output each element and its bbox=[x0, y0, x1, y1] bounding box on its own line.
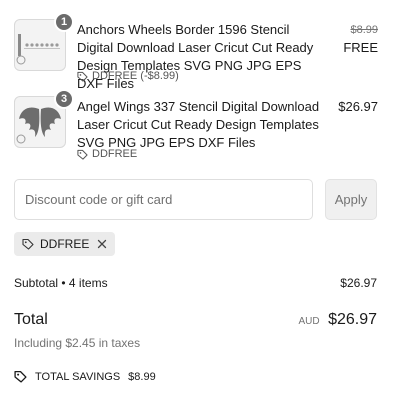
item-price: $8.99 FREE bbox=[343, 21, 378, 57]
quantity-badge: 3 bbox=[54, 89, 74, 109]
subtotal-value: $26.97 bbox=[340, 276, 377, 290]
savings-label: TOTAL SAVINGS bbox=[35, 370, 121, 383]
currency-code: AUD bbox=[298, 316, 320, 327]
apply-button[interactable]: Apply bbox=[325, 179, 377, 220]
savings-value: $8.99 bbox=[128, 370, 156, 383]
subtotal-label: Subtotal • 4 items bbox=[14, 276, 108, 290]
total-label: Total bbox=[14, 311, 48, 328]
applied-code-label: DDFREE bbox=[40, 237, 90, 251]
final-price: FREE bbox=[343, 40, 378, 55]
subtotal-row: Subtotal • 4 items $26.97 bbox=[14, 276, 377, 290]
quantity-badge: 1 bbox=[54, 12, 74, 32]
item-title: Angel Wings 337 Stencil Digital Download… bbox=[77, 99, 320, 150]
remove-discount-button[interactable] bbox=[97, 239, 107, 249]
original-price: $8.99 bbox=[350, 24, 378, 36]
discount-code-input[interactable] bbox=[14, 179, 313, 220]
item-discount: DDFREE (-$8.99) bbox=[77, 70, 179, 82]
item-discount: DDFREE bbox=[77, 148, 137, 160]
close-icon[interactable] bbox=[97, 239, 107, 249]
item-price: $26.97 bbox=[338, 98, 378, 116]
item-title: Anchors Wheels Border 1596 Stencil Digit… bbox=[77, 22, 314, 91]
tag-icon bbox=[14, 370, 27, 383]
tag-icon bbox=[77, 71, 88, 82]
total-amount: AUD $26.97 bbox=[298, 311, 377, 329]
tag-icon bbox=[77, 149, 88, 160]
taxes-note: Including $2.45 in taxes bbox=[14, 336, 141, 350]
line-item: 1 Anchors Wheels Border 1596 Stencil Dig… bbox=[14, 12, 378, 91]
line-item: 3 Angel Wings 337 Stencil Digital Downlo… bbox=[14, 89, 378, 160]
final-price: $26.97 bbox=[338, 99, 378, 114]
item-discount-label: DDFREE bbox=[92, 148, 138, 160]
item-discount-label: DDFREE (-$8.99) bbox=[92, 70, 179, 82]
total-savings: TOTAL SAVINGS $8.99 bbox=[14, 370, 156, 383]
total-row: Total AUD $26.97 bbox=[14, 311, 377, 329]
applied-discount-chip: DDFREE bbox=[14, 232, 116, 256]
total-value: $26.97 bbox=[328, 311, 377, 328]
tag-icon bbox=[22, 238, 34, 250]
